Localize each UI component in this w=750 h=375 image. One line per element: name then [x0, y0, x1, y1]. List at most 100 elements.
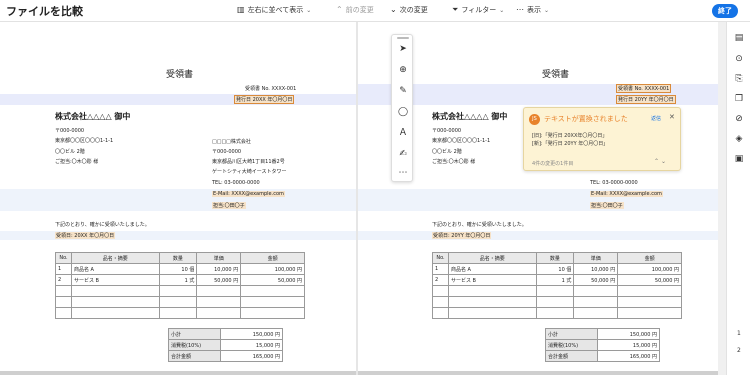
copy-icon[interactable]: ❐	[733, 93, 745, 105]
cell: 商品名 A	[70, 263, 160, 275]
change-counter: 4件の変更の1件目	[532, 161, 574, 167]
cell: 1	[55, 263, 72, 275]
next-change-label: 次の変更	[399, 6, 428, 14]
fill-sign-icon[interactable]: ✍	[397, 148, 409, 160]
more-horizontal-icon: ⋯	[516, 5, 524, 14]
select-arrow-icon[interactable]: ➤	[397, 43, 409, 55]
comment-new-line: [新]:「発行日 20YY 年〇月〇日」	[532, 141, 609, 147]
chevron-down-icon[interactable]: ⌄	[661, 158, 666, 165]
cell: 2	[55, 274, 72, 286]
cell: 100,000 円	[617, 263, 682, 275]
summary-value: 150,000 円	[220, 328, 283, 340]
prev-change-button[interactable]: ⌃ 前の変更	[336, 5, 374, 15]
recipient-building: 〇〇ビル 2階	[432, 149, 462, 155]
sender-email[interactable]: E-Mail: XXXX@example.com	[590, 191, 663, 197]
issue-date-changed[interactable]: 発行日 20XX 年〇月〇日	[234, 95, 295, 104]
receipt-number: 受領書 No. XXXX-001	[616, 84, 672, 93]
comment-heading: テキストが置換されました	[544, 115, 628, 123]
end-button[interactable]: 終了	[712, 4, 738, 18]
chevron-down-icon: ⌄	[306, 6, 312, 14]
summary-label: 合計金額	[168, 350, 221, 362]
recipient-address: 東京都〇〇区〇〇〇1-1-1	[55, 138, 114, 144]
layers-icon[interactable]: ◈	[733, 133, 745, 145]
more-icon[interactable]: ⋯	[397, 167, 409, 179]
recipient-name: 株式会社△△△△ 御中	[432, 112, 508, 121]
items-table: No. 品名・摘要 数量 単価 金額 1 商品名 A 10 個 10,000 円…	[432, 252, 682, 319]
doc-title: 受領書	[542, 70, 570, 80]
side-by-side-button[interactable]: ▥ 左右に並べて表示 ⌄	[237, 5, 311, 15]
filter-button[interactable]: ⏷ フィルター ⌄	[452, 5, 504, 15]
sender-person[interactable]: 担当:〇田〇子	[590, 202, 624, 209]
lasso-icon[interactable]: ◯	[397, 106, 409, 118]
recipient-contact: ご担当:〇木〇彫 様	[432, 159, 476, 165]
prev-change-label: 前の変更	[345, 6, 374, 14]
text-box-icon[interactable]: Ａ	[397, 127, 409, 139]
avatar: JS	[529, 114, 540, 125]
summary-row: 消費税(10%) 15,000 円	[168, 339, 283, 351]
summary-label: 小計	[545, 328, 598, 340]
bookmark-icon[interactable]: ⎘	[733, 73, 745, 85]
summary-row: 合計金額 165,000 円	[545, 350, 660, 362]
reply-link[interactable]: 返信	[651, 115, 661, 122]
sender-email[interactable]: E-Mail: XXXX@example.com	[212, 191, 285, 197]
recipient-postal: 〒000-0000	[432, 128, 462, 134]
sender-company: □□□□株式会社	[212, 139, 251, 145]
summary-value: 150,000 円	[597, 328, 660, 340]
summary-label: 消費税(10%)	[545, 339, 598, 351]
old-document-panel[interactable]: 受領書 受領書 No. XXXX-001 発行日 20XX 年〇月〇日 株式会社…	[0, 22, 356, 375]
recipient-contact: ご担当:〇木〇彫 様	[55, 159, 99, 165]
cell: 50,000 円	[196, 274, 242, 286]
link-icon[interactable]: ⊘	[733, 113, 745, 125]
received-date-changed[interactable]: 受領日: 20XX 年〇月〇日	[55, 232, 116, 239]
received-text: 下記のとおり、確かに受領いたしました。	[432, 222, 527, 228]
cell: 1	[432, 263, 449, 275]
save-icon[interactable]: ▣	[733, 153, 745, 165]
toolbar-grab-handle[interactable]	[397, 37, 409, 39]
summary-table: 小計 150,000 円 消費税(10%) 15,000 円 合計金額 165,000…	[168, 328, 283, 362]
change-band	[358, 231, 723, 240]
cell: サービス B	[70, 274, 160, 286]
app-title: ファイルを比較	[6, 5, 83, 18]
summary-value: 165,000 円	[597, 350, 660, 362]
cell: 10,000 円	[196, 263, 242, 275]
sender-postal: 〒000-0000	[212, 149, 242, 155]
search-icon[interactable]: ⊙	[733, 53, 745, 65]
top-bar: ファイルを比較 ▥ 左右に並べて表示 ⌄ ⌃ 前の変更 ⌄ 次の変更 ⏷ フィル…	[0, 0, 750, 22]
table-row: 1 商品名 A 10 個 10,000 円 100,000 円	[55, 263, 305, 275]
page-bottom-edge	[358, 371, 723, 375]
cell: 50,000 円	[240, 274, 305, 286]
sender-person[interactable]: 担当:〇田〇子	[212, 202, 246, 209]
recipient-building: 〇〇ビル 2階	[55, 149, 85, 155]
recipient-postal: 〒000-0000	[55, 128, 85, 134]
items-table: No. 品名・摘要 数量 単価 金額 1 商品名 A 10 個 10,000 円…	[55, 252, 305, 319]
summary-label: 消費税(10%)	[168, 339, 221, 351]
filter-label: フィルター	[461, 6, 497, 14]
issue-date-changed[interactable]: 発行日 20YY 年〇月〇日	[616, 95, 676, 104]
right-sidebar: ▤ ⊙ ⎘ ❐ ⊘ ◈ ▣ 1 2	[726, 22, 750, 375]
table-row	[432, 296, 682, 308]
page-number-1[interactable]: 1	[737, 330, 741, 337]
view-button[interactable]: ⋯ 表示 ⌄	[516, 5, 549, 15]
page-number-2[interactable]: 2	[737, 347, 741, 354]
table-row: 1 商品名 A 10 個 10,000 円 100,000 円	[432, 263, 682, 275]
cell: 商品名 A	[447, 263, 537, 275]
page-bottom-edge	[0, 371, 356, 375]
chevron-up-icon: ⌃	[336, 5, 343, 14]
comment-icon[interactable]: ▤	[733, 32, 745, 44]
received-date-changed[interactable]: 受領日: 20YY 年〇月〇日	[432, 232, 492, 239]
scroll-gutter[interactable]	[718, 22, 726, 375]
zoom-icon[interactable]: ⊕	[397, 64, 409, 76]
table-row	[432, 285, 682, 297]
chevron-up-icon[interactable]: ⌃	[654, 158, 659, 165]
cell: 10 個	[535, 263, 575, 275]
table-row	[55, 285, 305, 297]
change-band	[0, 189, 356, 211]
sender-building: ゲートシティ大崎イーストタワー	[212, 169, 287, 175]
close-icon[interactable]: ✕	[669, 113, 675, 121]
sender-tel: TEL: 03-0000-0000	[212, 180, 260, 186]
pencil-icon[interactable]: ✎	[397, 85, 409, 97]
change-band	[358, 189, 723, 211]
change-band	[0, 231, 356, 240]
col-header: 金額	[240, 252, 305, 264]
next-change-button[interactable]: ⌄ 次の変更	[390, 5, 428, 15]
